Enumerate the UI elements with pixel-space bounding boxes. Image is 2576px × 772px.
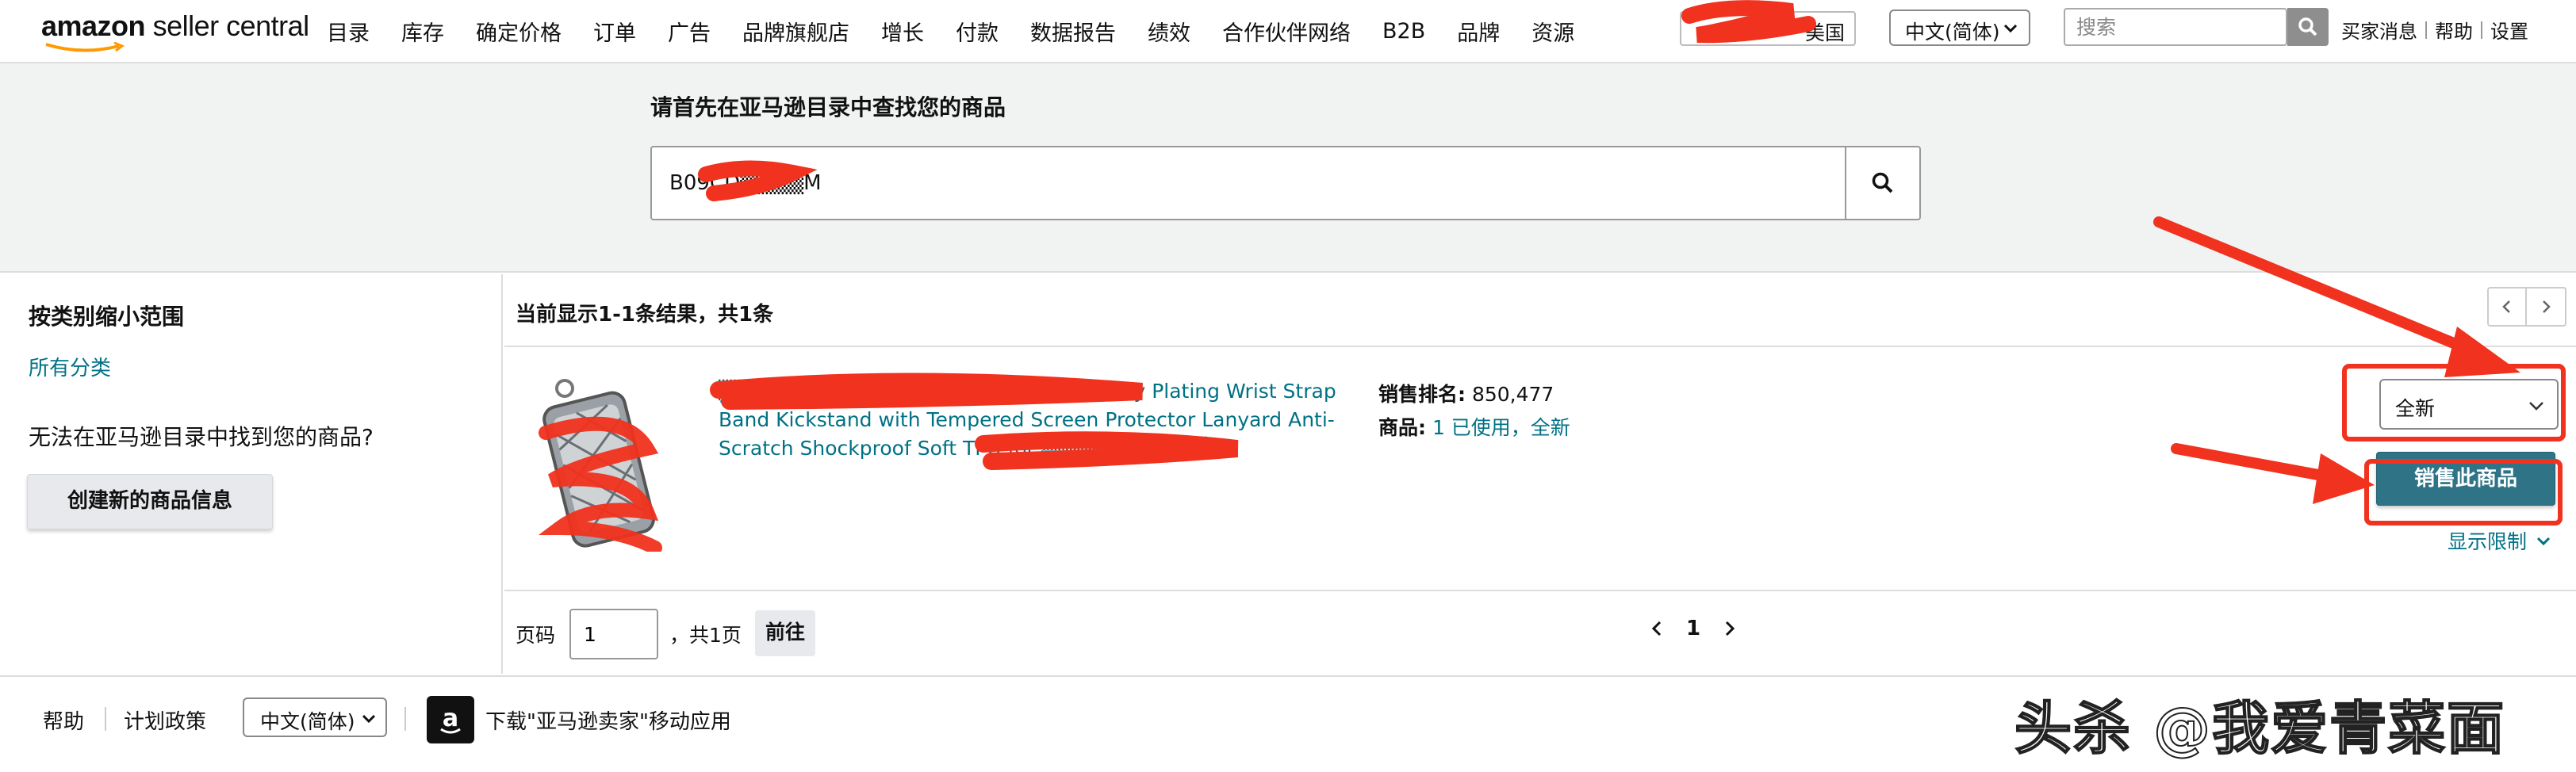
search-icon [2298, 17, 2317, 36]
page-total: ，共1页 [669, 624, 742, 647]
nav-pricing[interactable]: 确定价格 [476, 16, 562, 47]
product-title-link[interactable]: ▒▒▒▒▒▒▒▒▒▒▒▒▒▒▒▒▒▒▒▒ Inch Luxury Plating… [719, 377, 1345, 463]
all-categories-link[interactable]: 所有分类 [29, 352, 111, 381]
footer-language-select[interactable]: 中文(简体) [243, 697, 387, 737]
nav-advertising[interactable]: 广告 [668, 16, 711, 47]
nav-partner-network[interactable]: 合作伙伴网络 [1222, 16, 1351, 47]
top-navigation-bar: amazon seller central 目录 库存 确定价格 订单 广告 品… [0, 0, 2576, 63]
logo-brand: amazon [41, 10, 146, 42]
svg-text:a: a [443, 705, 458, 732]
result-row: ▒▒▒▒▒▒▒▒▒▒▒▒▒▒▒▒▒▒▒▒ Inch Luxury Plating… [504, 349, 2576, 591]
watermark: 头杀 @我爱青菜面 [2014, 694, 2506, 762]
nav-stores[interactable]: 品牌旗舰店 [742, 16, 849, 47]
catalog-search-box [650, 146, 1846, 220]
pagination-bar: 页码 ，共1页 前往 1 [504, 593, 2576, 674]
nav-catalog[interactable]: 目录 [327, 16, 370, 47]
footer-policies-link[interactable]: 计划政策 [124, 705, 206, 735]
divider [404, 707, 406, 731]
nav-resources[interactable]: 资源 [1531, 16, 1574, 47]
nav-growth[interactable]: 增长 [881, 16, 924, 47]
footer-language-value: 中文(简体) [260, 710, 355, 733]
nav-reports[interactable]: 数据报告 [1030, 16, 1116, 47]
current-page-number[interactable]: 1 [1686, 617, 1700, 640]
seller-central-logo[interactable]: amazon seller central [41, 10, 309, 54]
condition-select[interactable]: 全新 [2379, 379, 2559, 430]
search-results: 当前显示1-1条结果，共1条 ▒▒▒▒▒▒▒▒▒▒▒▒▒▒▒▒▒▒▒▒ Inch… [504, 274, 2576, 674]
sales-rank: 销售排名: 850,477 [1378, 379, 1554, 407]
results-header: 当前显示1-1条结果，共1条 [504, 274, 2576, 347]
results-count: 当前显示1-1条结果，共1条 [516, 303, 774, 327]
search-icon [1872, 172, 1893, 193]
top-search-box [2064, 8, 2287, 46]
page-number-label: 页码 [516, 624, 556, 647]
product-thumbnail[interactable] [528, 377, 671, 552]
chevron-left-icon [2502, 300, 2510, 313]
page-number-box [569, 609, 658, 659]
logo-product: seller central [152, 10, 310, 42]
chevron-down-icon [2529, 402, 2543, 411]
create-new-listing-button[interactable]: 创建新的商品信息 [27, 474, 273, 529]
sell-this-product-button[interactable]: 销售此商品 [2376, 452, 2555, 506]
chevron-right-icon[interactable] [1721, 620, 1738, 637]
buyer-messages-link[interactable]: 买家消息 [2341, 16, 2417, 44]
nav-performance[interactable]: 绩效 [1148, 16, 1190, 47]
show-limits-label: 显示限制 [2448, 530, 2528, 553]
marketplace-label: 美国 [1804, 21, 1845, 44]
show-limits-link[interactable]: 显示限制 [2448, 526, 2552, 555]
next-page-button[interactable] [2527, 287, 2566, 327]
divider [105, 707, 106, 731]
category-filter-sidebar: 按类别缩小范围 所有分类 无法在亚马逊目录中找到您的商品? 创建新的商品信息 [0, 274, 503, 674]
go-to-page-button[interactable]: 前往 [755, 610, 815, 656]
offers-label: 商品: [1378, 416, 1426, 439]
page-footer: 帮助 计划政策 中文(简体) a 下载"亚马逊卖家"移动应用 头杀 @我爱青菜面 [0, 675, 2576, 772]
top-search-input[interactable] [2065, 10, 2286, 44]
download-app-link[interactable]: 下载"亚马逊卖家"移动应用 [485, 705, 731, 735]
page-navigator: 1 [1648, 617, 1738, 640]
not-found-text: 无法在亚马逊目录中找到您的商品? [29, 424, 374, 450]
nav-payments[interactable]: 付款 [956, 16, 999, 47]
offers-link[interactable]: 1 已使用，全新 [1432, 416, 1570, 439]
sales-rank-value: 850,477 [1471, 383, 1554, 406]
main-nav: 目录 库存 确定价格 订单 广告 品牌旗舰店 增长 付款 数据报告 绩效 合作伙… [327, 0, 1606, 62]
help-link[interactable]: 帮助 [2435, 16, 2473, 44]
seller-app-icon[interactable]: a [427, 696, 474, 743]
nav-b2b[interactable]: B2B [1382, 19, 1425, 44]
catalog-search-input[interactable] [652, 147, 1845, 219]
marketplace-switcher[interactable]: 美国 [1680, 11, 1856, 46]
catalog-search-panel: 请首先在亚马逊目录中查找您的商品 [0, 63, 2576, 273]
nav-inventory[interactable]: 库存 [401, 16, 444, 47]
condition-select-value: 全新 [2395, 397, 2436, 420]
chevron-down-icon [2536, 537, 2551, 546]
catalog-search-button[interactable] [1845, 146, 1921, 220]
header-links: 买家消息 帮助 设置 [2341, 16, 2528, 44]
filter-title: 按类别缩小范围 [29, 304, 185, 330]
language-select-value: 中文(简体) [1905, 21, 2000, 44]
offers-info: 商品: 1 已使用，全新 [1378, 412, 1570, 441]
amazon-a-icon: a [440, 705, 461, 734]
sales-rank-label: 销售排名: [1378, 383, 1466, 406]
amazon-smile-icon [45, 41, 125, 52]
language-select[interactable]: 中文(简体) [1889, 10, 2030, 46]
catalog-search-title: 请首先在亚马逊目录中查找您的商品 [650, 94, 1006, 120]
chevron-down-icon [362, 714, 376, 724]
top-search-button[interactable] [2287, 8, 2329, 46]
chevron-left-icon[interactable] [1648, 620, 1666, 637]
chevron-right-icon [2543, 300, 2551, 313]
settings-link[interactable]: 设置 [2490, 16, 2528, 44]
footer-help-link[interactable]: 帮助 [43, 705, 84, 735]
nav-brand[interactable]: 品牌 [1457, 16, 1500, 47]
chevron-down-icon [2003, 24, 2018, 33]
prev-page-button[interactable] [2487, 287, 2527, 327]
page-number-input[interactable] [571, 610, 657, 658]
nav-orders[interactable]: 订单 [593, 16, 636, 47]
divider [2425, 21, 2427, 39]
divider [2481, 21, 2482, 39]
